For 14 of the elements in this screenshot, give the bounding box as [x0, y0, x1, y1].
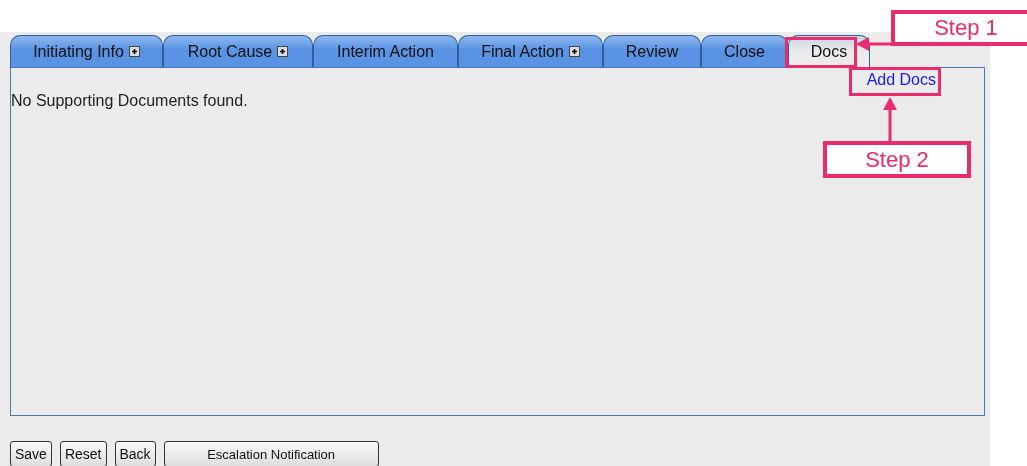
add-docs-link[interactable]: Add Docs	[866, 71, 936, 89]
callout-label: Step 2	[823, 141, 971, 178]
tab[interactable]: Root Cause	[163, 35, 313, 67]
form-button[interactable]: Reset	[59, 441, 107, 466]
tab[interactable]: Review	[603, 35, 701, 67]
tab[interactable]: Final Action	[458, 35, 603, 67]
tab[interactable]: Initiating Info	[10, 35, 163, 67]
empty-message: No Supporting Documents found.	[11, 92, 249, 110]
form-button[interactable]: Back	[114, 441, 156, 466]
tab[interactable]: Interim Action	[313, 35, 458, 67]
callout-label: Step 1	[891, 10, 1027, 46]
form-button[interactable]: Escalation Notification	[163, 441, 379, 466]
form-button[interactable]: Save	[10, 441, 52, 466]
tab[interactable]: Close	[701, 35, 788, 67]
